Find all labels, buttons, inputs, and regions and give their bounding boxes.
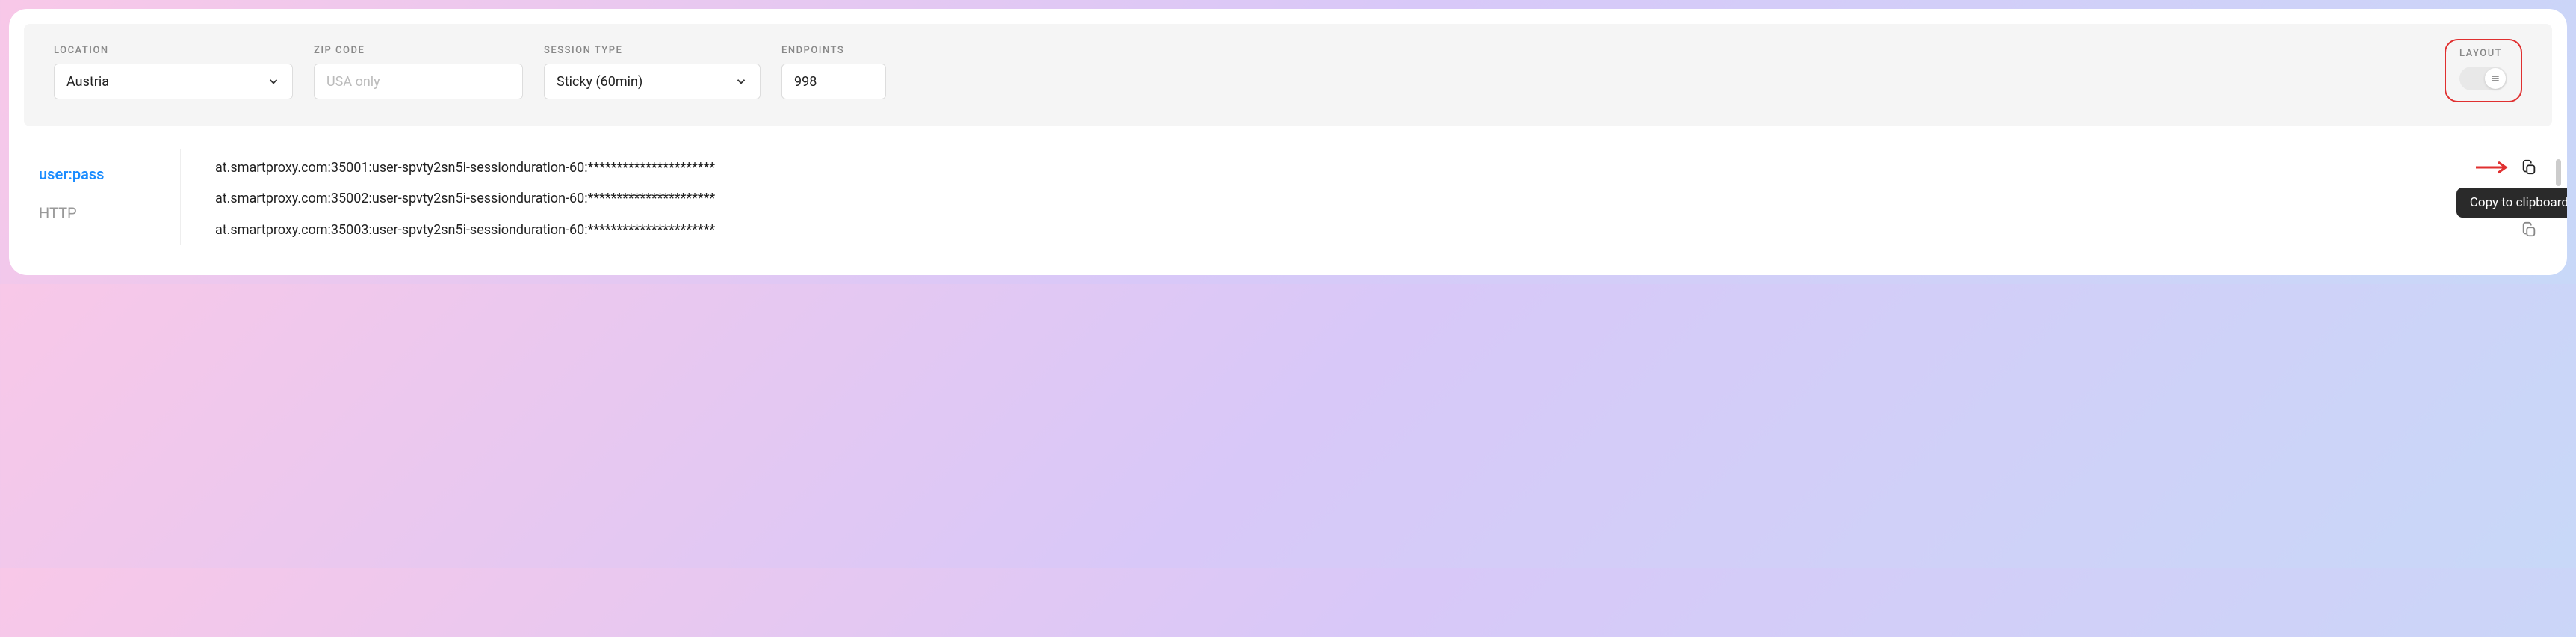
endpoints-value: 998: [794, 74, 817, 90]
chevron-down-icon: [267, 75, 280, 88]
location-select[interactable]: Austria: [54, 64, 293, 99]
location-value: Austria: [66, 74, 109, 90]
scrollbar-thumb[interactable]: [2556, 159, 2561, 186]
layout-highlight: LAYOUT: [2445, 39, 2522, 102]
session-group: SESSION TYPE Sticky (60min): [544, 45, 761, 99]
copy-button[interactable]: [2521, 159, 2537, 176]
endpoint-text: at.smartproxy.com:35002:user-spvty2sn5i-…: [215, 191, 715, 206]
endpoint-list: at.smartproxy.com:35001:user-spvty2sn5i-…: [181, 149, 2537, 245]
row-actions: [2521, 221, 2537, 238]
zip-label: ZIP CODE: [314, 45, 523, 56]
copy-icon: [2521, 159, 2537, 176]
arrow-annotation: [2474, 160, 2510, 175]
endpoint-text: at.smartproxy.com:35003:user-spvty2sn5i-…: [215, 222, 715, 238]
row-actions: Copy to clipboard: [2474, 159, 2537, 176]
copy-button[interactable]: [2521, 221, 2537, 238]
chevron-down-icon: [734, 75, 748, 88]
endpoint-text: at.smartproxy.com:35001:user-spvty2sn5i-…: [215, 160, 715, 176]
tab-userpass[interactable]: user:pass: [39, 155, 180, 194]
endpoints-label: ENDPOINTS: [781, 45, 886, 56]
endpoint-row: at.smartproxy.com:35002:user-spvty2sn5i-…: [215, 183, 2537, 214]
location-label: LOCATION: [54, 45, 293, 56]
location-group: LOCATION Austria: [54, 45, 293, 99]
session-label: SESSION TYPE: [544, 45, 761, 56]
endpoint-row: at.smartproxy.com:35003:user-spvty2sn5i-…: [215, 214, 2537, 245]
copy-icon: [2521, 221, 2537, 238]
endpoints-input[interactable]: 998: [781, 64, 886, 99]
endpoint-row: at.smartproxy.com:35001:user-spvty2sn5i-…: [215, 152, 2537, 183]
format-tabs: user:pass HTTP: [39, 149, 181, 245]
session-value: Sticky (60min): [557, 74, 643, 90]
endpoints-group: ENDPOINTS 998: [781, 45, 886, 99]
toggle-knob: [2485, 68, 2506, 89]
session-select[interactable]: Sticky (60min): [544, 64, 761, 99]
zip-group: ZIP CODE USA only: [314, 45, 523, 99]
zip-input[interactable]: USA only: [314, 64, 523, 99]
content-area: user:pass HTTP at.smartproxy.com:35001:u…: [9, 126, 2567, 245]
zip-placeholder: USA only: [326, 74, 380, 90]
layout-toggle[interactable]: [2459, 67, 2507, 90]
copy-tooltip: Copy to clipboard: [2456, 188, 2567, 218]
main-window: LOCATION Austria ZIP CODE USA only SESSI…: [9, 9, 2567, 275]
tab-http[interactable]: HTTP: [39, 194, 180, 233]
filter-bar: LOCATION Austria ZIP CODE USA only SESSI…: [24, 24, 2552, 126]
layout-label: LAYOUT: [2459, 48, 2502, 59]
menu-icon: [2490, 73, 2501, 84]
